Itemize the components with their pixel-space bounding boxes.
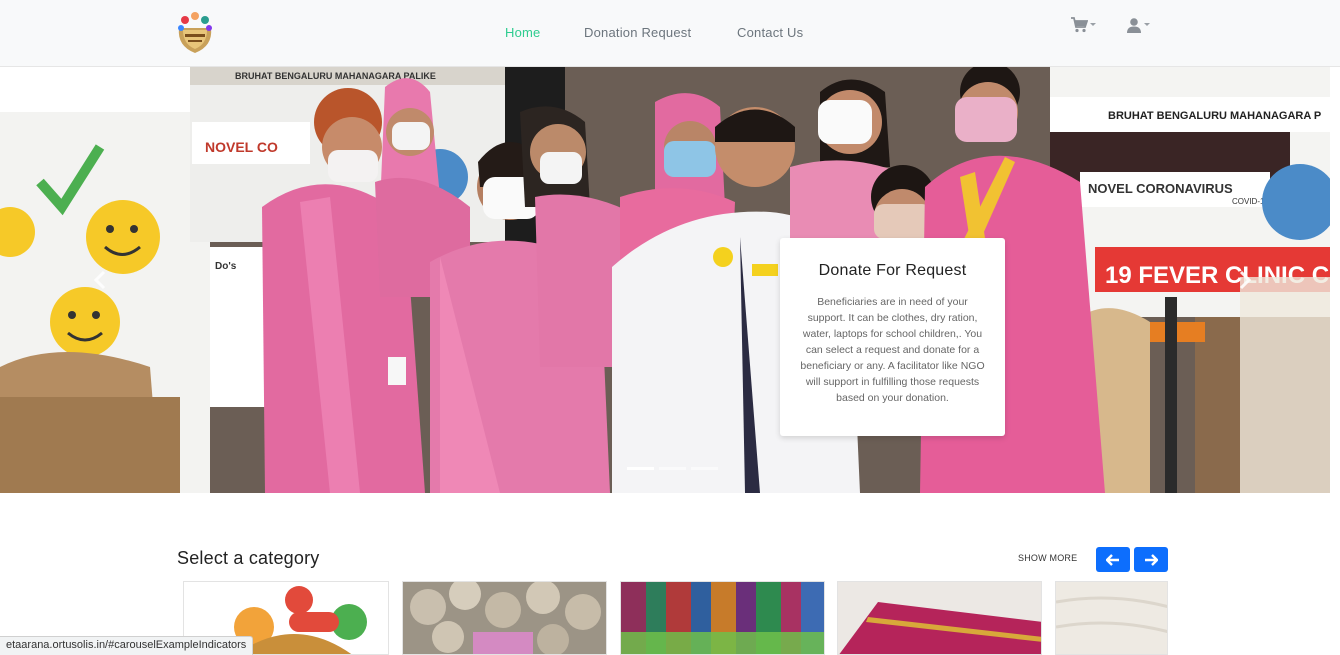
browser-status-bar: etaarana.ortusolis.in/#carouselExampleIn…: [0, 636, 254, 655]
carousel-indicator-1[interactable]: [627, 467, 654, 470]
hero-carousel: BRUHAT BENGALURU MAHANAGARA PALIKE NOVEL…: [0, 67, 1340, 493]
nav-contact-us[interactable]: Contact Us: [737, 25, 803, 40]
category-card[interactable]: [402, 581, 607, 655]
carousel-next-button[interactable]: [1233, 270, 1257, 294]
cart-icon: [1071, 16, 1089, 32]
chevron-right-icon: [1239, 270, 1252, 290]
category-card[interactable]: [1055, 581, 1168, 655]
hero-image: BRUHAT BENGALURU MAHANAGARA PALIKE NOVEL…: [0, 67, 1340, 493]
carousel-indicator-3[interactable]: [691, 467, 718, 470]
category-image: [838, 582, 1041, 654]
user-icon: [1127, 17, 1141, 33]
nav-donation-request[interactable]: Donation Request: [584, 25, 691, 40]
carousel-indicator-2[interactable]: [659, 467, 686, 470]
category-prev-button[interactable]: [1096, 547, 1130, 572]
arrow-right-icon: [1145, 554, 1159, 566]
chevron-left-icon: [93, 270, 106, 290]
category-image: [621, 582, 824, 654]
novel-banner-text: NOVEL CO: [205, 139, 278, 155]
site-logo[interactable]: [171, 10, 219, 56]
category-section-title: Select a category: [177, 548, 320, 568]
chevron-down-icon: [1090, 23, 1096, 27]
bbmp-right-banner-text: BRUHAT BENGALURU MAHANAGARA P: [1108, 110, 1321, 122]
nav-home[interactable]: Home: [505, 25, 540, 40]
cart-dropdown[interactable]: [1070, 16, 1098, 36]
category-card[interactable]: [837, 581, 1042, 655]
user-dropdown[interactable]: [1126, 16, 1154, 36]
carousel-prev-button[interactable]: [88, 270, 112, 294]
category-card[interactable]: [620, 581, 825, 655]
caption-title: Donate For Request: [818, 262, 967, 279]
caption-text: Beneficiaries are in need of your suppor…: [800, 296, 985, 404]
category-next-button[interactable]: [1134, 547, 1168, 572]
category-image: [403, 582, 606, 654]
navbar: Home Donation Request Contact Us: [0, 0, 1340, 67]
show-more-link[interactable]: SHOW MORE: [1018, 553, 1077, 563]
category-image: [1056, 582, 1167, 654]
chevron-down-icon: [1144, 23, 1150, 27]
arrow-left-icon: [1105, 554, 1119, 566]
carousel-caption: Donate For Request Beneficiaries are in …: [780, 238, 1005, 436]
novel-right-banner-text: NOVEL CORONAVIRUS: [1088, 181, 1233, 196]
dos-text: Do's: [215, 261, 237, 272]
